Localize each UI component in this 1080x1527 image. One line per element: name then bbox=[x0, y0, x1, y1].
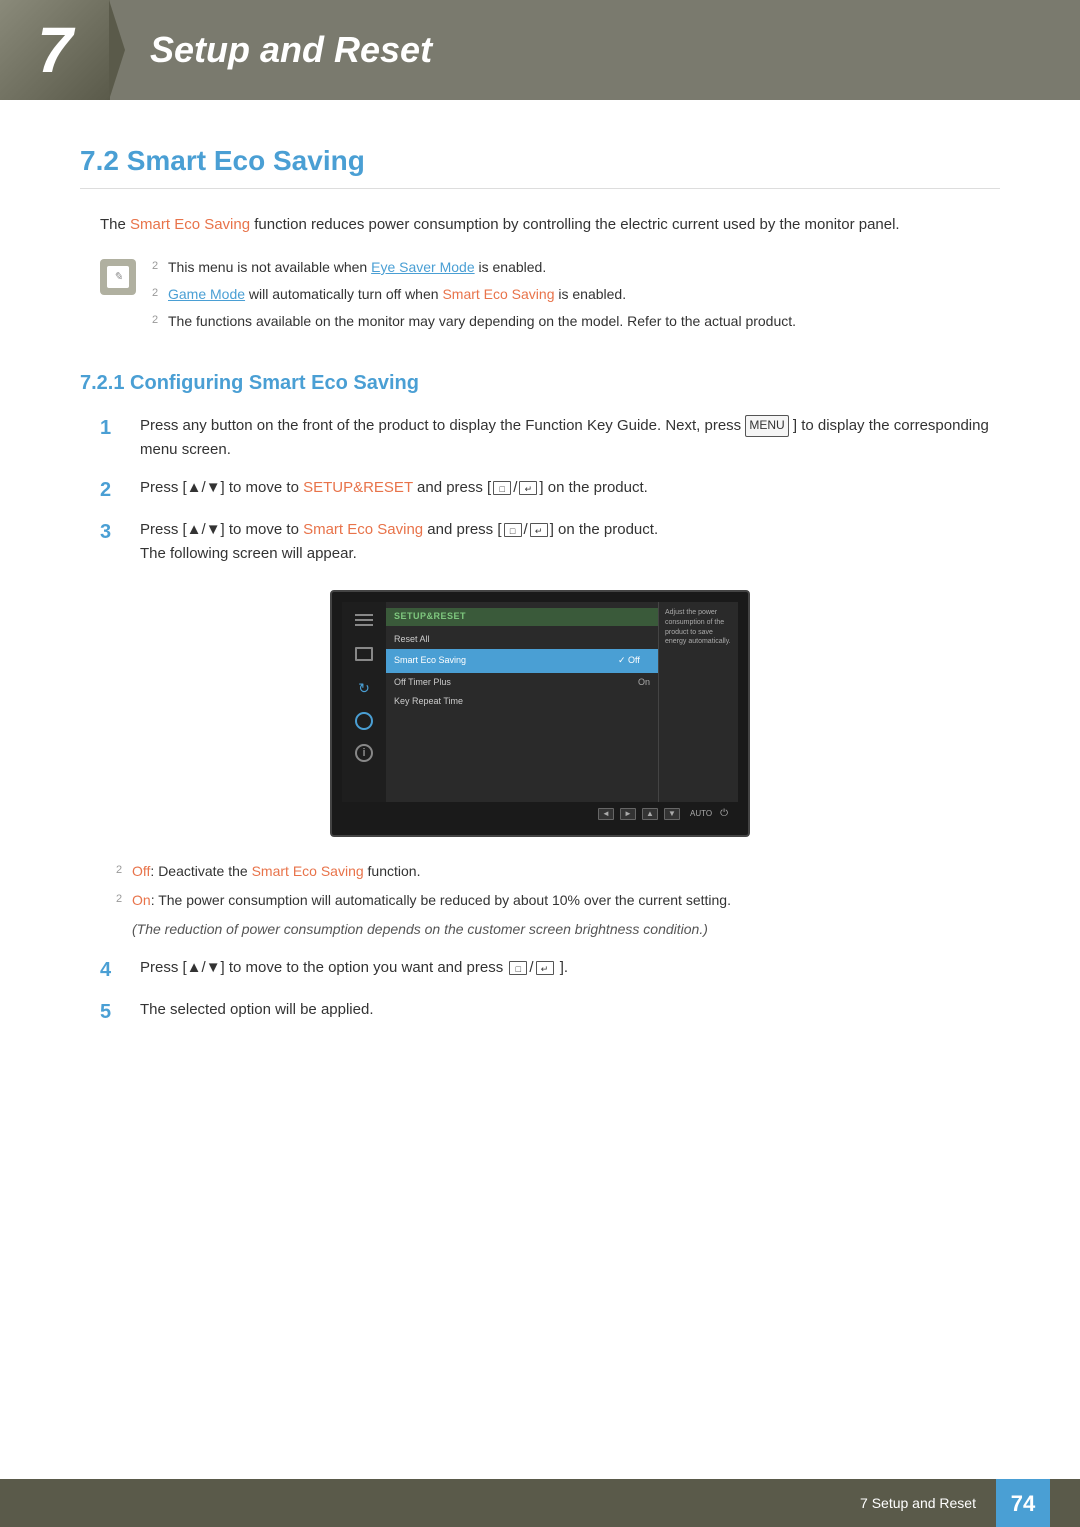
smart-eco-highlight-off: Smart Eco Saving bbox=[252, 863, 364, 879]
bullet-item-off: Off: Deactivate the Smart Eco Saving fun… bbox=[116, 861, 1000, 882]
smart-eco-saving-highlight-2: Smart Eco Saving bbox=[442, 286, 554, 302]
menu-item-key-repeat-label: Key Repeat Time bbox=[394, 695, 463, 709]
step-3-number: 3 bbox=[100, 518, 130, 546]
indent-note: (The reduction of power consumption depe… bbox=[132, 919, 1000, 940]
menu-item-reset-all: Reset All bbox=[386, 630, 658, 650]
smart-eco-saving-highlight-1: Smart Eco Saving bbox=[130, 216, 250, 233]
game-mode-link[interactable]: Game Mode bbox=[168, 286, 245, 302]
subsection-number: 7.2.1 bbox=[80, 372, 124, 394]
section-title: Smart Eco Saving bbox=[127, 145, 365, 176]
chapter-number: 7 bbox=[0, 0, 110, 100]
subsection-heading: 7.2.1 Configuring Smart Eco Saving bbox=[80, 368, 1000, 398]
step-2-content: Press [▲/▼] to move to SETUP&RESET and p… bbox=[140, 476, 1000, 500]
step-3: 3 Press [▲/▼] to move to Smart Eco Savin… bbox=[100, 518, 1000, 566]
off-label: Off bbox=[132, 863, 150, 879]
steps-list-2: 4 Press [▲/▼] to move to the option you … bbox=[100, 956, 1000, 1026]
note-item-3: The functions available on the monitor m… bbox=[152, 311, 796, 332]
step-1-number: 1 bbox=[100, 414, 130, 442]
bullet-item-on: On: The power consumption will automatic… bbox=[116, 890, 1000, 911]
main-content: 7.2 Smart Eco Saving The Smart Eco Savin… bbox=[0, 100, 1080, 1120]
eye-saver-link[interactable]: Eye Saver Mode bbox=[371, 259, 475, 275]
menu-item-key-repeat: Key Repeat Time bbox=[386, 692, 658, 712]
menu-icon-color: ↻ bbox=[352, 678, 376, 698]
icon-bar-1 bbox=[355, 614, 373, 616]
color-icon-shape: ↻ bbox=[355, 679, 373, 697]
note-item-1: This menu is not available when Eye Save… bbox=[152, 257, 796, 278]
subsection-title: Configuring Smart Eco Saving bbox=[130, 372, 419, 394]
on-label: On bbox=[132, 892, 151, 908]
smart-eco-highlight-step3: Smart Eco Saving bbox=[303, 521, 423, 538]
step-2: 2 Press [▲/▼] to move to SETUP&RESET and… bbox=[100, 476, 1000, 504]
monitor-bottom-bar: ◄ ► ▲ ▼ AUTO ⏻ bbox=[342, 802, 738, 825]
section-number: 7.2 bbox=[80, 145, 119, 176]
menu-item-smart-eco[interactable]: Smart Eco Saving ✓ Off bbox=[386, 649, 658, 673]
menu-icon-info: i bbox=[355, 744, 373, 762]
bullet-list: Off: Deactivate the Smart Eco Saving fun… bbox=[116, 861, 1000, 911]
arrow-right-icon: ► bbox=[624, 808, 632, 820]
btn-right[interactable]: ► bbox=[620, 808, 636, 820]
steps-list: 1 Press any button on the front of the p… bbox=[100, 414, 1000, 566]
picture-icon-shape bbox=[355, 647, 373, 661]
note-icon-inner: ✎ bbox=[107, 266, 129, 288]
arrow-down-icon: ▼ bbox=[668, 808, 676, 820]
step-5-content: The selected option will be applied. bbox=[140, 998, 1000, 1022]
intro-paragraph: The Smart Eco Saving function reduces po… bbox=[80, 213, 1000, 237]
button-icon-4b: ↵ bbox=[536, 961, 554, 975]
menu-info-text: Adjust the power consumption of the prod… bbox=[665, 608, 732, 647]
step-1-content: Press any button on the front of the pro… bbox=[140, 414, 1000, 462]
chapter-header: 7 Setup and Reset bbox=[0, 0, 1080, 100]
button-icon-3b: ↵ bbox=[530, 523, 548, 537]
step-4-content: Press [▲/▼] to move to the option you wa… bbox=[140, 956, 1000, 980]
screen-appear-text: The following screen will appear. bbox=[140, 545, 357, 562]
note-box: ✎ This menu is not available when Eye Sa… bbox=[100, 257, 1000, 338]
step-5: 5 The selected option will be applied. bbox=[100, 998, 1000, 1026]
icon-bar-3 bbox=[355, 624, 373, 626]
step-4-number: 4 bbox=[100, 956, 130, 984]
off-timer-value: On bbox=[638, 676, 650, 690]
note-item-2: Game Mode will automatically turn off wh… bbox=[152, 284, 796, 305]
setup-reset-highlight: SETUP&RESET bbox=[303, 479, 413, 496]
note-icon: ✎ bbox=[100, 259, 136, 295]
arrow-up-icon: ▲ bbox=[646, 808, 654, 820]
step-4: 4 Press [▲/▼] to move to the option you … bbox=[100, 956, 1000, 984]
step-1: 1 Press any button on the front of the p… bbox=[100, 414, 1000, 462]
footer-page: 74 bbox=[996, 1479, 1050, 1527]
footer: 7 Setup and Reset 74 bbox=[0, 1479, 1080, 1527]
btn-down[interactable]: ▼ bbox=[664, 808, 680, 820]
menu-icon-picture bbox=[352, 644, 376, 664]
menu-sidebar: ↻ i bbox=[342, 602, 386, 802]
button-icon-4a: □ bbox=[509, 961, 527, 975]
menu-icon-setup bbox=[355, 712, 373, 730]
icon-bar-2 bbox=[355, 619, 373, 621]
step-3-content: Press [▲/▼] to move to Smart Eco Saving … bbox=[140, 518, 1000, 566]
note-list: This menu is not available when Eye Save… bbox=[152, 257, 796, 338]
step-5-number: 5 bbox=[100, 998, 130, 1026]
menu-header-label: SETUP&RESET bbox=[386, 608, 658, 626]
section-heading: 7.2 Smart Eco Saving bbox=[80, 140, 1000, 189]
auto-text: AUTO bbox=[690, 808, 712, 820]
button-icon-3a: □ bbox=[504, 523, 522, 537]
menu-key: MENU bbox=[745, 415, 788, 436]
power-icon: ⏻ bbox=[720, 806, 728, 821]
menu-item-off-timer: Off Timer Plus On bbox=[386, 673, 658, 693]
button-icon-2a: □ bbox=[493, 481, 511, 495]
button-icon-2b: ↵ bbox=[519, 481, 537, 495]
menu-item-reset-all-label: Reset All bbox=[394, 633, 430, 647]
footer-text: 7 Setup and Reset bbox=[860, 1493, 976, 1514]
menu-info-panel: Adjust the power consumption of the prod… bbox=[658, 602, 738, 802]
monitor-screenshot: ↻ i SETUP&RESET Reset All Smart Eco Savi… bbox=[330, 590, 750, 837]
monitor-inner: ↻ i SETUP&RESET Reset All Smart Eco Savi… bbox=[342, 602, 738, 802]
chapter-title: Setup and Reset bbox=[110, 23, 432, 77]
arrow-left-icon: ◄ bbox=[602, 808, 610, 820]
menu-icon-display bbox=[352, 610, 376, 630]
step-2-number: 2 bbox=[100, 476, 130, 504]
btn-left[interactable]: ◄ bbox=[598, 808, 614, 820]
btn-up[interactable]: ▲ bbox=[642, 808, 658, 820]
menu-item-off-timer-label: Off Timer Plus bbox=[394, 676, 451, 690]
menu-content: SETUP&RESET Reset All Smart Eco Saving ✓… bbox=[386, 602, 658, 802]
smart-eco-value: ✓ Off bbox=[610, 652, 650, 670]
menu-item-smart-eco-label: Smart Eco Saving bbox=[394, 654, 466, 668]
